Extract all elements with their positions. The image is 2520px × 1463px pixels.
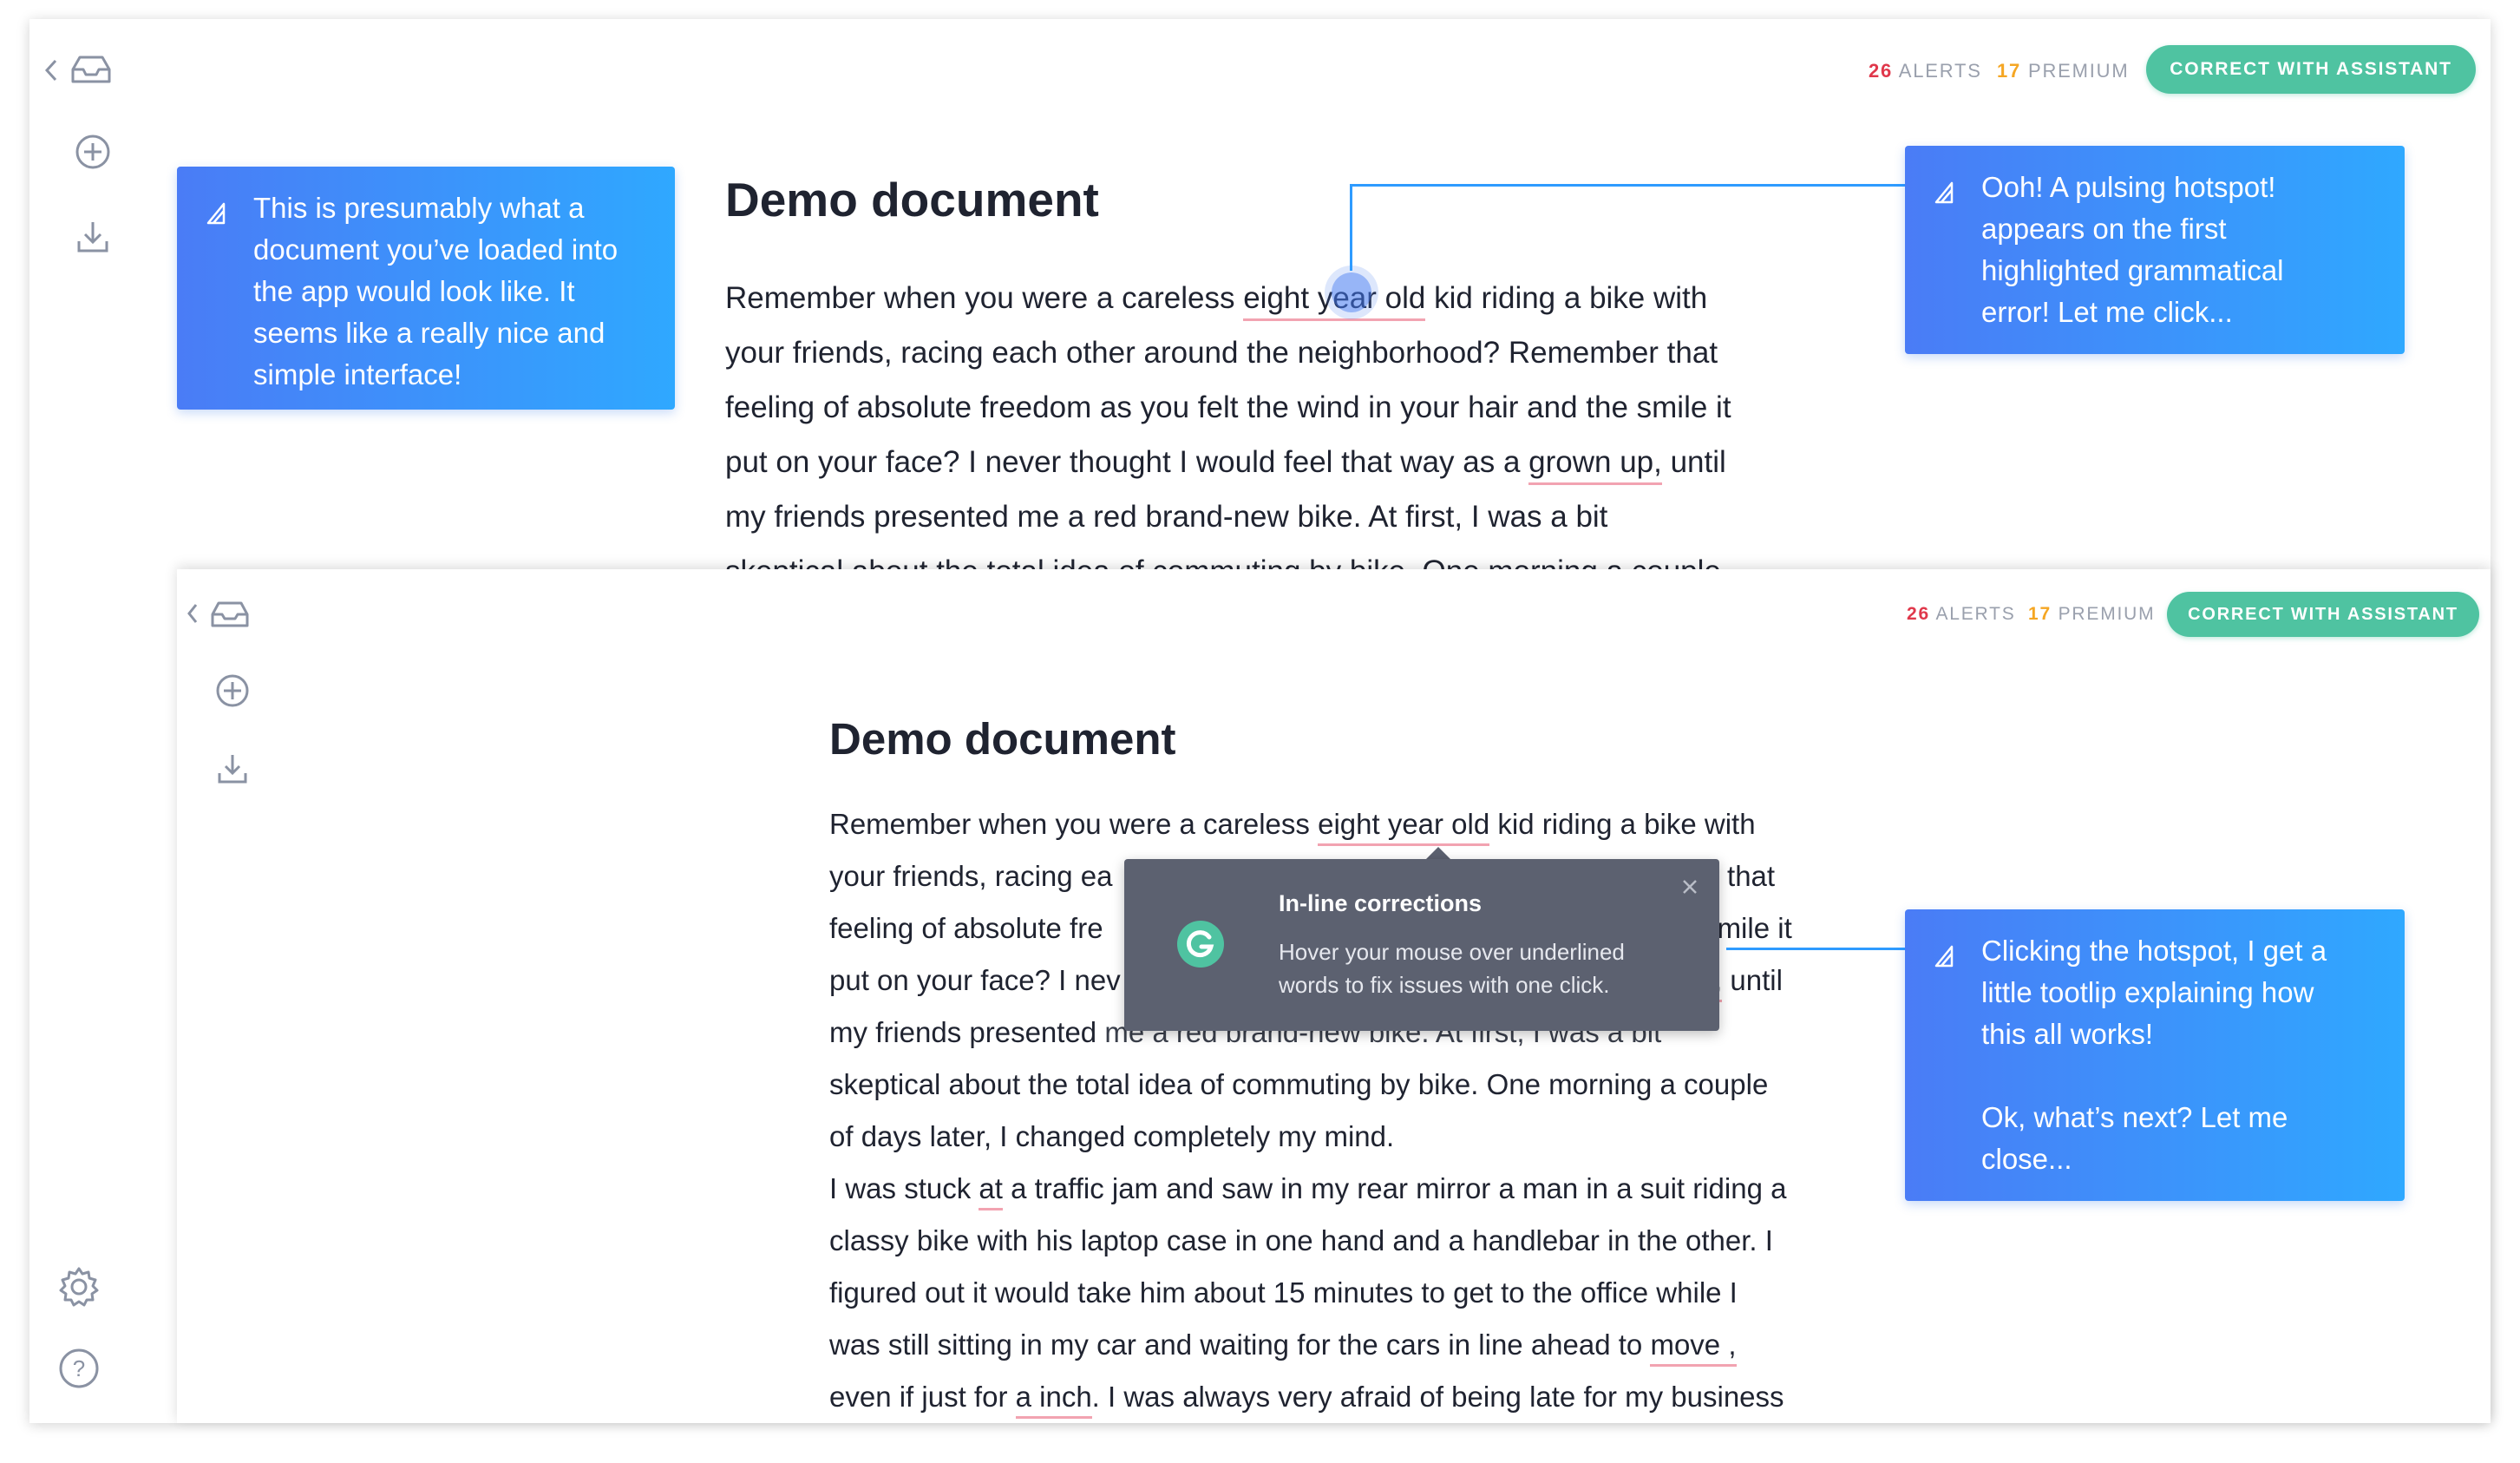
connector-line [1726, 948, 1905, 950]
doc-line: was still sitting in my car and waiting … [829, 1319, 1792, 1371]
plus-circle-icon[interactable] [215, 673, 250, 708]
callout-logo-icon [1933, 939, 1959, 981]
alerts-count[interactable]: 26 ALERTS [1907, 604, 2016, 625]
gear-icon[interactable] [57, 1265, 101, 1309]
premium-number: 17 [2028, 604, 2052, 624]
inbox-icon[interactable] [69, 54, 113, 85]
tooltip-arrow [1426, 847, 1450, 859]
premium-label: PREMIUM [2058, 604, 2156, 624]
underlined-issue[interactable]: eight year old [1318, 808, 1490, 846]
chevron-left-icon[interactable] [43, 57, 59, 83]
correct-with-assistant-button[interactable]: CORRECT WITH ASSISTANT [2146, 45, 2476, 94]
grammarly-logo-icon [1176, 920, 1225, 973]
doc-line: of days later, I changed completely my m… [829, 1120, 1395, 1152]
download-icon[interactable] [76, 219, 109, 253]
annotation-callout-left: This is presumably what a document you’v… [177, 167, 675, 410]
alerts-number: 26 [1869, 60, 1894, 82]
premium-count[interactable]: 17 PREMIUM [2028, 604, 2155, 625]
document-title: Demo document [829, 714, 1176, 764]
doc-line: Remember when you were a careless eight … [725, 271, 1731, 325]
tooltip-body: Hover your mouse over underlined words t… [1279, 939, 1625, 998]
doc-line: your friends, racing each other around t… [725, 336, 1718, 370]
connector-line [1350, 184, 1905, 187]
alerts-label: ALERTS [1898, 60, 1982, 82]
svg-text:?: ? [73, 1355, 85, 1381]
doc-line: put on your face? I never thought I woul… [725, 435, 1731, 489]
document-body-top[interactable]: Remember when you were a careless eight … [725, 271, 1731, 599]
doc-line: I was stuck at a traffic jam and saw in … [829, 1163, 1792, 1215]
doc-line: classy bike with his laptop case in one … [829, 1224, 1773, 1256]
premium-label: PREMIUM [2028, 60, 2130, 82]
annotation-callout-top-right: Ooh! A pulsing hotspot! appears on the f… [1905, 146, 2405, 354]
help-icon[interactable]: ? [57, 1347, 101, 1390]
doc-line: figured out it would take him about 15 m… [829, 1276, 1738, 1309]
chevron-left-icon[interactable] [186, 602, 200, 625]
alerts-number: 26 [1907, 604, 1930, 624]
alerts-label: ALERTS [1935, 604, 2016, 624]
premium-number: 17 [1997, 60, 2022, 82]
premium-count[interactable]: 17 PREMIUM [1997, 60, 2130, 82]
doc-line: Remember when you were a careless eight … [829, 798, 1792, 850]
document-title: Demo document [725, 173, 1099, 226]
underlined-issue[interactable]: grown up, [1528, 445, 1662, 485]
callout-text: This is presumably what a document you’v… [253, 192, 619, 390]
tooltip-title: In-line corrections [1279, 890, 1483, 916]
plus-circle-icon[interactable] [75, 134, 111, 170]
inbox-icon[interactable] [210, 600, 250, 628]
callout-text: Ooh! A pulsing hotspot! appears on the f… [1981, 171, 2284, 328]
correct-with-assistant-button[interactable]: CORRECT WITH ASSISTANT [2167, 592, 2479, 637]
callout-logo-icon [205, 196, 231, 238]
connector-line [1350, 184, 1352, 271]
close-icon[interactable] [1681, 878, 1699, 900]
pulsing-hotspot[interactable] [1332, 272, 1371, 312]
underlined-issue[interactable]: move , [1650, 1329, 1737, 1367]
doc-line: my friends presented me a red brand-new … [725, 500, 1608, 534]
doc-line: even if just for a inch. I was always ve… [829, 1371, 1792, 1423]
callout-text: Clicking the hotspot, I get a little too… [1981, 935, 2327, 1175]
callout-logo-icon [1933, 175, 1959, 217]
alerts-count[interactable]: 26 ALERTS [1869, 60, 1982, 82]
underlined-issue[interactable]: a inch [1015, 1381, 1092, 1419]
doc-line: skeptical about the total idea of commut… [829, 1068, 1769, 1100]
underlined-issue[interactable]: at [979, 1172, 1003, 1210]
doc-line: feeling of absolute freedom as you felt … [725, 390, 1731, 424]
inline-corrections-tooltip: In-line corrections Hover your mouse ove… [1124, 859, 1719, 1031]
download-icon[interactable] [217, 751, 248, 784]
annotation-callout-bottom-right: Clicking the hotspot, I get a little too… [1905, 909, 2405, 1201]
